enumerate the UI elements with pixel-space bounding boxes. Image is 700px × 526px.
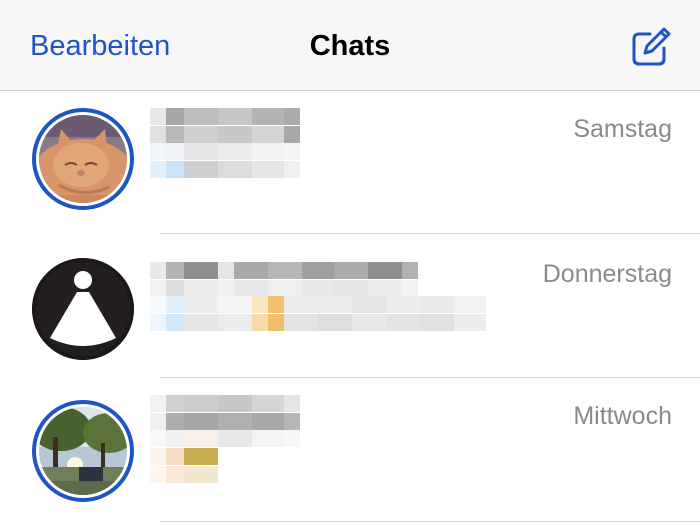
compose-button[interactable] — [628, 26, 672, 70]
chat-row[interactable]: Samstag — [0, 91, 700, 234]
black-logo-avatar-image — [32, 258, 134, 360]
navigation-bar: Bearbeiten Chats — [0, 0, 700, 91]
redacted-message-preview — [150, 430, 302, 484]
avatar — [32, 108, 134, 210]
cat-avatar-image — [39, 115, 127, 203]
compose-icon — [632, 27, 672, 66]
redacted-message-preview — [150, 143, 302, 179]
chat-time: Mittwoch — [573, 402, 672, 430]
edit-button[interactable]: Bearbeiten — [30, 30, 170, 63]
chat-list: Samstag Donnerstag Mittwoch — [0, 91, 700, 522]
chat-time: Donnerstag — [542, 260, 672, 288]
whatsapp-chats-screen: Bearbeiten Chats Samstag Donnerstag Mitt… — [0, 0, 700, 526]
chat-time: Samstag — [573, 115, 672, 143]
redacted-chat-name — [150, 262, 452, 298]
park-avatar-image — [39, 407, 127, 495]
avatar — [32, 400, 134, 502]
chat-row[interactable]: Mittwoch — [0, 378, 700, 522]
row-separator — [160, 521, 700, 522]
chat-row[interactable]: Donnerstag — [0, 234, 700, 378]
redacted-chat-name — [150, 108, 302, 144]
avatar — [32, 258, 134, 360]
redacted-message-preview — [150, 296, 502, 332]
redacted-chat-name — [150, 395, 302, 431]
